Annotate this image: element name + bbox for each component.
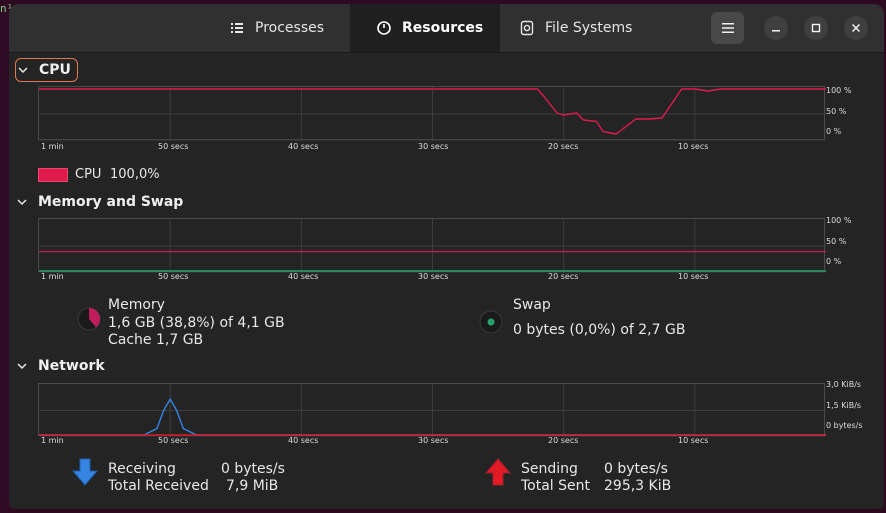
network-history-graph xyxy=(38,383,826,437)
x-tick-label: 20 secs xyxy=(548,436,579,445)
chevron-down-icon xyxy=(15,359,29,373)
network-section-title: Network xyxy=(38,358,105,374)
swap-usage-pie[interactable] xyxy=(478,309,504,335)
memory-used-text: 1,6 GB (38,8%) of 4,1 GB xyxy=(108,315,285,331)
x-tick-label: 50 secs xyxy=(158,272,189,281)
x-tick-label: 10 secs xyxy=(678,436,709,445)
swap-label: Swap xyxy=(513,297,551,313)
y-tick-label: 0 % xyxy=(826,127,842,136)
chevron-down-icon xyxy=(15,195,29,209)
x-tick-label: 1 min xyxy=(41,142,64,151)
cpu-history-chart xyxy=(39,87,826,141)
hamburger-menu-icon xyxy=(721,22,734,34)
tab-file-systems[interactable]: File Systems xyxy=(519,4,659,52)
total-received-label: Total Received xyxy=(108,478,209,494)
cpu-history-graph xyxy=(38,86,826,141)
upload-arrow-icon xyxy=(485,458,511,486)
network-history-chart xyxy=(39,384,826,437)
tab-file-systems-label: File Systems xyxy=(545,20,633,36)
pie-center-dot xyxy=(487,318,495,326)
y-tick-label: 50 % xyxy=(826,237,847,246)
y-tick-label: 50 % xyxy=(826,107,847,116)
cpu-legend-label: CPU xyxy=(75,167,102,182)
memory-pie-chart xyxy=(77,307,101,331)
resources-gauge-icon xyxy=(376,20,392,36)
memory-label: Memory xyxy=(108,297,165,313)
memory-history-chart xyxy=(39,219,826,273)
x-tick-label: 1 min xyxy=(41,436,64,445)
cpu-section-toggle[interactable]: CPU xyxy=(15,58,78,82)
chevron-down-icon xyxy=(16,63,30,77)
memory-section-toggle[interactable]: Memory and Swap xyxy=(15,191,183,213)
x-tick-label: 1 min xyxy=(41,272,64,281)
x-tick-label: 10 secs xyxy=(678,142,709,151)
cpu-color-swatch[interactable] xyxy=(38,168,68,182)
x-tick-label: 30 secs xyxy=(418,142,449,151)
memory-usage-pie[interactable] xyxy=(76,306,102,332)
cpu-section-title: CPU xyxy=(39,62,71,78)
x-tick-label: 50 secs xyxy=(158,436,189,445)
main-menu-button[interactable] xyxy=(711,12,744,44)
close-button[interactable] xyxy=(844,16,868,40)
x-tick-label: 10 secs xyxy=(678,272,709,281)
disk-icon xyxy=(519,20,535,36)
sending-color-button[interactable] xyxy=(485,458,511,486)
x-tick-label: 20 secs xyxy=(548,142,579,151)
cpu-legend-value: 100,0% xyxy=(110,167,160,182)
close-icon xyxy=(851,23,861,33)
y-tick-label: 100 % xyxy=(826,86,852,95)
minimize-button[interactable] xyxy=(764,16,788,40)
y-tick-label: 0 % xyxy=(826,257,842,266)
total-sent-label: Total Sent xyxy=(521,478,591,494)
maximize-icon xyxy=(811,23,821,33)
receiving-value: 0 bytes/s xyxy=(221,461,285,477)
swap-used-text: 0 bytes (0,0%) of 2,7 GB xyxy=(513,322,686,338)
receiving-color-button[interactable] xyxy=(72,458,98,486)
network-section-toggle[interactable]: Network xyxy=(15,355,105,377)
y-tick-label: 100 % xyxy=(826,216,852,225)
resources-panel: CPU 1 min 50 secs 40 secs 30 secs 20 sec… xyxy=(9,53,884,509)
x-tick-label: 30 secs xyxy=(418,436,449,445)
processes-list-icon xyxy=(229,20,245,36)
total-sent-value: 295,3 KiB xyxy=(604,478,672,494)
memory-section-title: Memory and Swap xyxy=(38,194,184,210)
receiving-label: Receiving xyxy=(108,461,176,477)
x-tick-label: 50 secs xyxy=(158,142,189,151)
maximize-button[interactable] xyxy=(804,16,828,40)
sending-value: 0 bytes/s xyxy=(604,461,668,477)
tab-processes-label: Processes xyxy=(255,20,325,36)
system-monitor-window: Processes Resources File Systems CPU 1 m… xyxy=(9,4,884,509)
x-tick-label: 20 secs xyxy=(548,272,579,281)
tab-resources[interactable]: Resources xyxy=(350,4,500,52)
tab-resources-label: Resources xyxy=(402,20,484,36)
minimize-icon xyxy=(771,23,781,33)
x-tick-label: 40 secs xyxy=(288,142,319,151)
total-received-value: 7,9 MiB xyxy=(226,478,279,494)
x-tick-label: 30 secs xyxy=(418,272,449,281)
sending-label: Sending xyxy=(521,461,578,477)
y-tick-label: 0 bytes/s xyxy=(826,421,863,430)
memory-history-graph xyxy=(38,218,826,273)
x-tick-label: 40 secs xyxy=(288,272,319,281)
tab-processes[interactable]: Processes xyxy=(229,4,349,52)
download-arrow-icon xyxy=(72,458,98,486)
y-tick-label: 3,0 KiB/s xyxy=(826,380,862,389)
x-tick-label: 40 secs xyxy=(288,436,319,445)
swap-pie-chart xyxy=(479,310,503,334)
memory-cache-text: Cache 1,7 GB xyxy=(108,332,204,348)
y-tick-label: 1,5 KiB/s xyxy=(826,401,862,410)
header-bar: Processes Resources File Systems xyxy=(9,4,884,53)
